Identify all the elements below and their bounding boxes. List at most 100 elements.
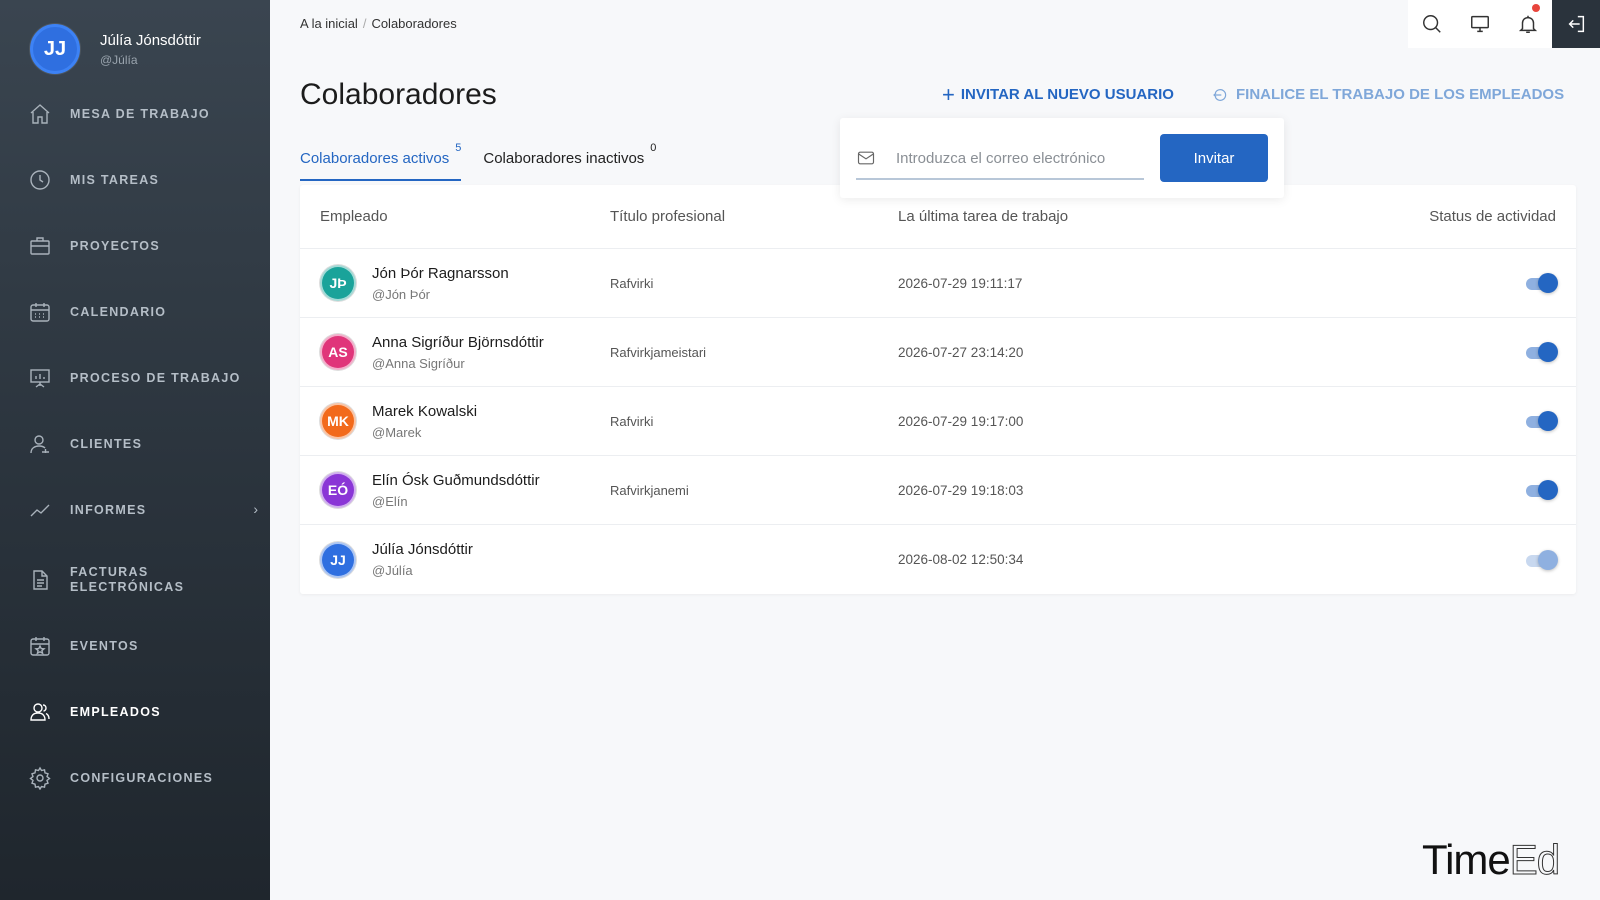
- sidebar-item-label: EMPLEADOS: [70, 704, 161, 719]
- employee-name[interactable]: Júlía Jónsdóttir: [372, 541, 473, 558]
- search-icon: [1423, 15, 1441, 33]
- brand-logo-part1: Time: [1422, 836, 1511, 883]
- employee-name[interactable]: Anna Sigríður Björnsdóttir: [372, 334, 544, 351]
- sidebar-item-calendario[interactable]: CALENDARIO: [28, 292, 258, 332]
- tab-active-collaborators[interactable]: Colaboradores activos 5: [300, 142, 462, 181]
- invite-new-user-button[interactable]: + INVITAR AL NUEVO USUARIO: [942, 83, 1174, 105]
- avatar: JJ: [30, 24, 80, 74]
- tab-inactive-collaborators[interactable]: Colaboradores inactivos 0: [483, 142, 656, 181]
- notifications-button[interactable]: [1504, 0, 1552, 48]
- user-profile[interactable]: JJ Júlía Jónsdóttir @Júlía: [30, 24, 201, 74]
- table-row[interactable]: EÓ Elín Ósk Guðmundsdóttir @Elín Rafvirk…: [300, 456, 1576, 525]
- sidebar-item-label: EVENTOS: [70, 638, 139, 653]
- tab-label: Colaboradores activos: [300, 150, 450, 167]
- employee-handle: @Anna Sigríður: [372, 355, 465, 371]
- avatar: JÞ: [320, 265, 356, 301]
- chart-icon: [30, 504, 50, 517]
- sidebar-item-label: INFORMES: [70, 502, 147, 517]
- sidebar-item-proceso-de-trabajo[interactable]: PROCESO DE TRABAJO: [28, 358, 258, 398]
- sidebar-item-label: MIS TAREAS: [70, 172, 160, 187]
- activity-toggle[interactable]: [1526, 480, 1558, 500]
- last-task-date: 2026-07-27 23:14:20: [898, 344, 1024, 360]
- tab-count: 5: [455, 142, 462, 154]
- sidebar-item-label: FACTURAS ELECTRÓNICAS: [70, 565, 185, 594]
- bell-icon: [1518, 15, 1538, 33]
- employee-title: Rafvirki: [610, 413, 654, 429]
- sidebar-item-label: CALENDARIO: [70, 304, 167, 319]
- avatar: AS: [320, 334, 356, 370]
- breadcrumb-home[interactable]: A la inicial: [300, 16, 358, 31]
- invite-new-user-label: INVITAR AL NUEVO USUARIO: [960, 86, 1174, 103]
- employee-name[interactable]: Marek Kowalski: [372, 403, 477, 420]
- column-header-last-task: La última tarea de trabajo: [898, 208, 1069, 225]
- invite-button[interactable]: Invitar: [1160, 134, 1268, 182]
- sidebar-item-proyectos[interactable]: PROYECTOS: [28, 226, 258, 266]
- user-handle: @Júlía: [100, 52, 138, 67]
- finish-employees-work-button[interactable]: FINALICE EL TRABAJO DE LOS EMPLEADOS: [1212, 86, 1564, 103]
- brand-logo-part2: Ed: [1509, 836, 1560, 884]
- last-task-date: 2026-08-02 12:50:34: [898, 552, 1024, 567]
- column-header-title: Título profesional: [610, 208, 726, 225]
- email-field-wrapper: [856, 138, 1144, 180]
- logout-icon: [1568, 15, 1585, 33]
- sidebar-item-label: PROCESO DE TRABAJO: [70, 370, 241, 385]
- tab-bar: Colaboradores activos 5 Colaboradores ina…: [300, 142, 678, 181]
- employee-handle: @Elín: [372, 493, 408, 509]
- employee-title: Rafvirkjanemi: [610, 482, 689, 498]
- sidebar-item-mesa-de-trabajo[interactable]: MESA DE TRABAJO: [28, 94, 258, 134]
- breadcrumb-current: Colaboradores: [371, 16, 457, 31]
- event-icon: [30, 637, 50, 656]
- sidebar-item-clientes[interactable]: CLIENTES: [28, 424, 258, 464]
- chevron-right-icon: ›: [253, 501, 258, 517]
- sidebar-item-label: CLIENTES: [70, 436, 143, 451]
- table-row[interactable]: JJ Júlía Jónsdóttir @Júlía 2026-08-02 12…: [300, 525, 1576, 594]
- table-row[interactable]: AS Anna Sigríður Björnsdóttir @Anna Sigr…: [300, 318, 1576, 387]
- employee-title: Rafvirkjameistari: [610, 344, 707, 360]
- sidebar-item-label: CONFIGURACIONES: [70, 770, 214, 785]
- gear-icon: [29, 766, 51, 790]
- sidebar-item-eventos[interactable]: EVENTOS: [28, 626, 258, 666]
- activity-toggle[interactable]: [1526, 273, 1558, 293]
- client-icon: [30, 435, 49, 454]
- sidebar-item-empleados[interactable]: EMPLEADOS: [28, 692, 258, 732]
- users-icon: [30, 703, 50, 721]
- monitor-button[interactable]: [1456, 0, 1504, 48]
- activity-toggle[interactable]: [1526, 549, 1558, 570]
- sidebar-item-configuraciones[interactable]: CONFIGURACIONES: [28, 758, 258, 798]
- sidebar-item-label: PROYECTOS: [70, 238, 160, 253]
- briefcase-icon: [30, 237, 50, 255]
- mail-icon: [857, 151, 875, 165]
- search-button[interactable]: [1408, 0, 1456, 48]
- avatar: MK: [320, 403, 356, 439]
- home-icon: [30, 104, 50, 124]
- clock-icon: [30, 170, 50, 190]
- avatar: JJ: [320, 541, 356, 578]
- table-row[interactable]: MK Marek Kowalski @Marek Rafvirki 2026-0…: [300, 387, 1576, 456]
- notification-dot: [1532, 4, 1540, 12]
- logout-button[interactable]: [1552, 0, 1600, 48]
- activity-toggle[interactable]: [1526, 342, 1558, 362]
- employee-name[interactable]: Elín Ósk Guðmundsdóttir: [372, 472, 540, 489]
- employee-name[interactable]: Jón Þór Ragnarsson: [372, 265, 509, 282]
- sidebar: JJ Júlía Jónsdóttir @Júlía MESA DE TRABA…: [0, 0, 270, 900]
- table-row[interactable]: JÞ Jón Þór Ragnarsson @Jón Þór Rafvirki …: [300, 249, 1576, 318]
- employees-table: Empleado Título profesional La última ta…: [300, 185, 1576, 594]
- invite-popover: Invitar: [840, 118, 1284, 198]
- sidebar-item-informes[interactable]: INFORMES ›: [28, 490, 258, 530]
- column-header-status: Status de actividad: [1429, 208, 1556, 225]
- last-task-date: 2026-07-29 19:18:03: [898, 482, 1024, 498]
- sidebar-item-mis-tareas[interactable]: MIS TAREAS: [28, 160, 258, 200]
- employee-handle: @Jón Þór: [372, 286, 430, 302]
- sidebar-item-label: MESA DE TRABAJO: [70, 106, 210, 121]
- calendar-icon: [30, 303, 50, 322]
- employee-handle: @Marek: [372, 424, 422, 440]
- email-field[interactable]: [896, 149, 1136, 167]
- brand-logo: TimeEd: [1422, 836, 1561, 884]
- sidebar-item-facturas-electronicas[interactable]: FACTURAS ELECTRÓNICAS: [28, 560, 258, 600]
- tab-label: Colaboradores inactivos: [483, 150, 645, 167]
- column-header-employee: Empleado: [320, 208, 388, 225]
- finish-employees-work-label: FINALICE EL TRABAJO DE LOS EMPLEADOS: [1236, 86, 1565, 103]
- breadcrumb: A la inicial / Colaboradores: [300, 16, 457, 31]
- activity-toggle[interactable]: [1526, 411, 1558, 431]
- user-name: Júlía Jónsdóttir: [100, 31, 201, 49]
